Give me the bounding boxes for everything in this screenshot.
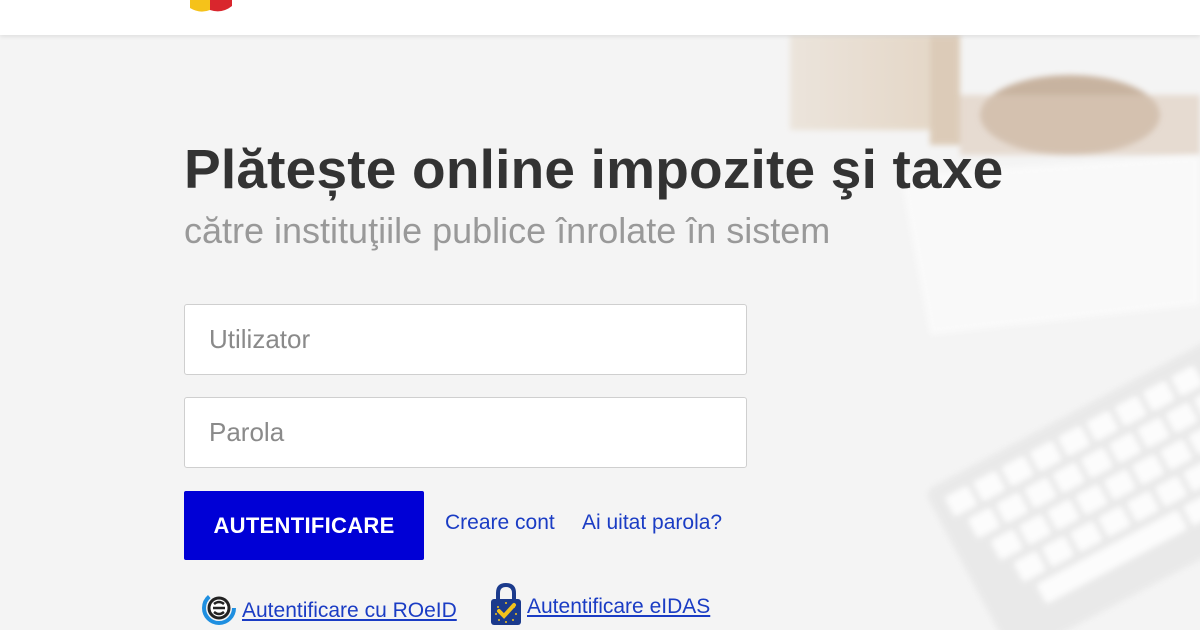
page-subtitle: către instituţiile publice înrolate în s… <box>184 210 831 251</box>
site-logo[interactable] <box>188 0 234 14</box>
forgot-password-link[interactable]: Ai uitat parola? <box>582 511 722 535</box>
top-header-bar <box>0 0 1200 35</box>
roeid-login-label: Autentificare cu ROeID <box>242 599 457 622</box>
eidas-login-link[interactable]: Autentificare eIDAS <box>489 582 710 630</box>
login-button[interactable]: AUTENTIFICARE <box>184 491 424 560</box>
eidas-login-label: Autentificare eIDAS <box>527 595 711 618</box>
username-input[interactable] <box>184 304 747 375</box>
roeid-login-link[interactable]: Autentificare cu ROeID <box>200 590 457 630</box>
page-title: Plătește online impozite şi taxe <box>184 138 1004 200</box>
password-input[interactable] <box>184 397 747 468</box>
create-account-link[interactable]: Creare cont <box>445 511 555 535</box>
eidas-padlock-icon <box>489 582 523 630</box>
roeid-logo-icon <box>200 590 238 630</box>
